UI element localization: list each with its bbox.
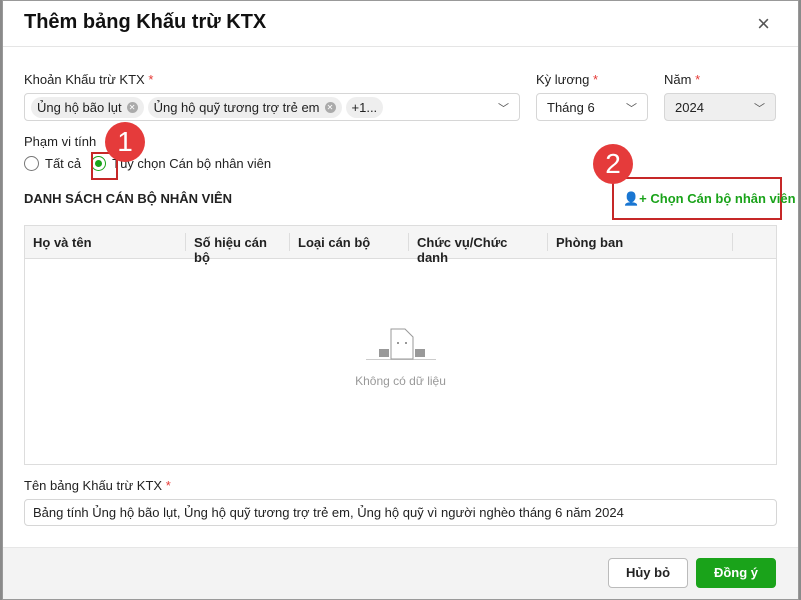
column-header: Họ và tên	[25, 233, 186, 251]
employee-table: Họ và tên Số hiệu cán bộ Loại cán bộ Chứ…	[24, 225, 777, 465]
table-header: Họ và tên Số hiệu cán bộ Loại cán bộ Chứ…	[25, 226, 776, 265]
empty-document-icon	[365, 328, 436, 360]
footer: Hủy bỏ Đồng ý	[3, 547, 798, 599]
annotation-badge-2: 2	[593, 144, 633, 184]
chevron-down-icon: ﹀	[498, 103, 509, 115]
nam-value: 2024	[675, 99, 704, 115]
close-icon[interactable]: ×	[757, 11, 770, 37]
choose-employee-button[interactable]: 👤+ Chọn Cán bộ nhân viên	[623, 191, 796, 207]
chevron-down-icon: ﹀	[626, 103, 637, 115]
ky-luong-select[interactable]: Tháng 6 ﹀	[536, 93, 648, 121]
nam-select[interactable]: 2024 ﹀	[664, 93, 776, 121]
tag: Ủng hộ quỹ tương trợ trẻ em ✕	[147, 96, 342, 118]
user-add-icon: 👤+	[623, 191, 647, 206]
empty-text: Không có dữ liệu	[355, 374, 446, 388]
empty-state: Không có dữ liệu	[25, 321, 776, 388]
choose-employee-label: Chọn Cán bộ nhân viên	[650, 191, 796, 206]
remove-tag-icon[interactable]: ✕	[126, 101, 138, 113]
chevron-down-icon: ﹀	[754, 103, 765, 115]
scope-label: Phạm vi tính	[24, 134, 97, 149]
annotation-badge-1: 1	[105, 122, 145, 162]
ok-button[interactable]: Đồng ý	[696, 558, 776, 588]
tag: Ủng hộ bão lụt ✕	[31, 96, 144, 118]
column-header: Chức vụ/Chức danh	[409, 233, 548, 265]
divider	[3, 46, 798, 47]
column-header: Số hiệu cán bộ	[186, 233, 290, 265]
column-header: Phòng ban	[548, 233, 733, 251]
nam-label: Năm *	[664, 72, 701, 87]
name-label: Tên bảng Khấu trừ KTX *	[24, 478, 171, 493]
more-tag: +1...	[345, 96, 384, 118]
khoan-label: Khoản Khấu trừ KTX *	[24, 72, 154, 87]
ky-luong-label: Kỳ lương *	[536, 72, 599, 87]
name-input[interactable]: Bảng tính Ủng hộ bão lụt, Ủng hộ quỹ tươ…	[24, 499, 777, 526]
remove-tag-icon[interactable]: ✕	[324, 101, 336, 113]
dialog: Thêm bảng Khấu trừ KTX × Khoản Khấu trừ …	[2, 0, 799, 600]
radio-all-label[interactable]: Tất cả	[45, 156, 81, 171]
ky-luong-value: Tháng 6	[547, 99, 595, 115]
list-title: DANH SÁCH CÁN BỘ NHÂN VIÊN	[24, 191, 233, 206]
column-header: Loại cán bộ	[290, 233, 409, 251]
radio-all[interactable]	[24, 156, 39, 171]
dialog-title: Thêm bảng Khấu trừ KTX	[24, 11, 267, 33]
khoan-multiselect[interactable]: Ủng hộ bão lụt ✕ Ủng hộ quỹ tương trợ trẻ…	[24, 93, 520, 121]
scope-radio-group: Tất cả Tùy chọn Cán bộ nhân viên	[24, 156, 271, 171]
cancel-button[interactable]: Hủy bỏ	[608, 558, 688, 588]
